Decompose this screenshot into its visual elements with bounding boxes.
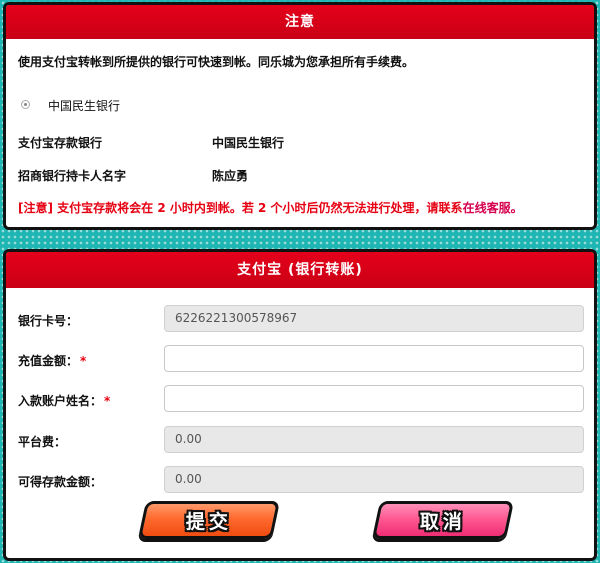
card-number-field: 6226221300578967 (164, 305, 584, 332)
warning-text: [注意] 支付宝存款将会在 2 小时内到帐。若 2 个小时后仍然无法进行处理，请… (18, 201, 463, 215)
cancel-button-label: 取消 (419, 510, 466, 533)
transfer-form-panel: 支付宝 (银行转账) 银行卡号： 6226221300578967 充值金额： *… (3, 249, 597, 561)
fee-label: 平台费： (18, 435, 67, 449)
notice-panel: 注意 使用支付宝转帐到所提供的银行可快速到帐。同乐城为您承担所有手续费。 中国民… (3, 2, 597, 230)
submit-button[interactable]: 提交 (137, 501, 281, 539)
amount-input[interactable] (164, 345, 584, 372)
holder-value: 陈应勇 (212, 169, 249, 183)
account-name-label-text: 入款账户姓名： (18, 394, 103, 408)
holder-label: 招商银行持卡人名字 (18, 169, 127, 183)
form-body: 银行卡号： 6226221300578967 充值金额： * 入款账户姓名： * 平… (6, 288, 594, 558)
amount-label: 充值金额： * (18, 352, 86, 369)
notice-warning: [注意] 支付宝存款将会在 2 小时内到帐。若 2 个小时后仍然无法进行处理，请… (18, 199, 523, 216)
notice-title: 注意 (6, 5, 594, 39)
account-name-input[interactable] (164, 385, 584, 412)
available-amount-field: 0.00 (164, 466, 584, 493)
bank-option-label: 中国民生银行 (48, 99, 121, 113)
notice-body: 使用支付宝转帐到所提供的银行可快速到帐。同乐城为您承担所有手续费。 中国民生银行… (6, 39, 594, 227)
notice-intro: 使用支付宝转帐到所提供的银行可快速到帐。同乐城为您承担所有手续费。 (18, 55, 415, 69)
bank-radio[interactable] (21, 100, 30, 109)
card-number-label: 银行卡号： (18, 314, 79, 328)
cancel-button[interactable]: 取消 (371, 501, 515, 539)
amount-label-text: 充值金额： (18, 354, 79, 368)
deposit-bank-label: 支付宝存款银行 (18, 136, 103, 150)
amount-required-mark: * (80, 354, 87, 368)
online-support-link[interactable]: 在线客服。 (463, 201, 523, 215)
available-amount-label: 可得存款金额： (18, 475, 103, 489)
fee-field: 0.00 (164, 426, 584, 453)
deposit-bank-value: 中国民生银行 (212, 136, 285, 150)
account-name-required-mark: * (104, 394, 111, 408)
account-name-label: 入款账户姓名： * (18, 392, 110, 409)
form-title: 支付宝 (银行转账) (6, 252, 594, 288)
submit-button-label: 提交 (185, 510, 232, 533)
